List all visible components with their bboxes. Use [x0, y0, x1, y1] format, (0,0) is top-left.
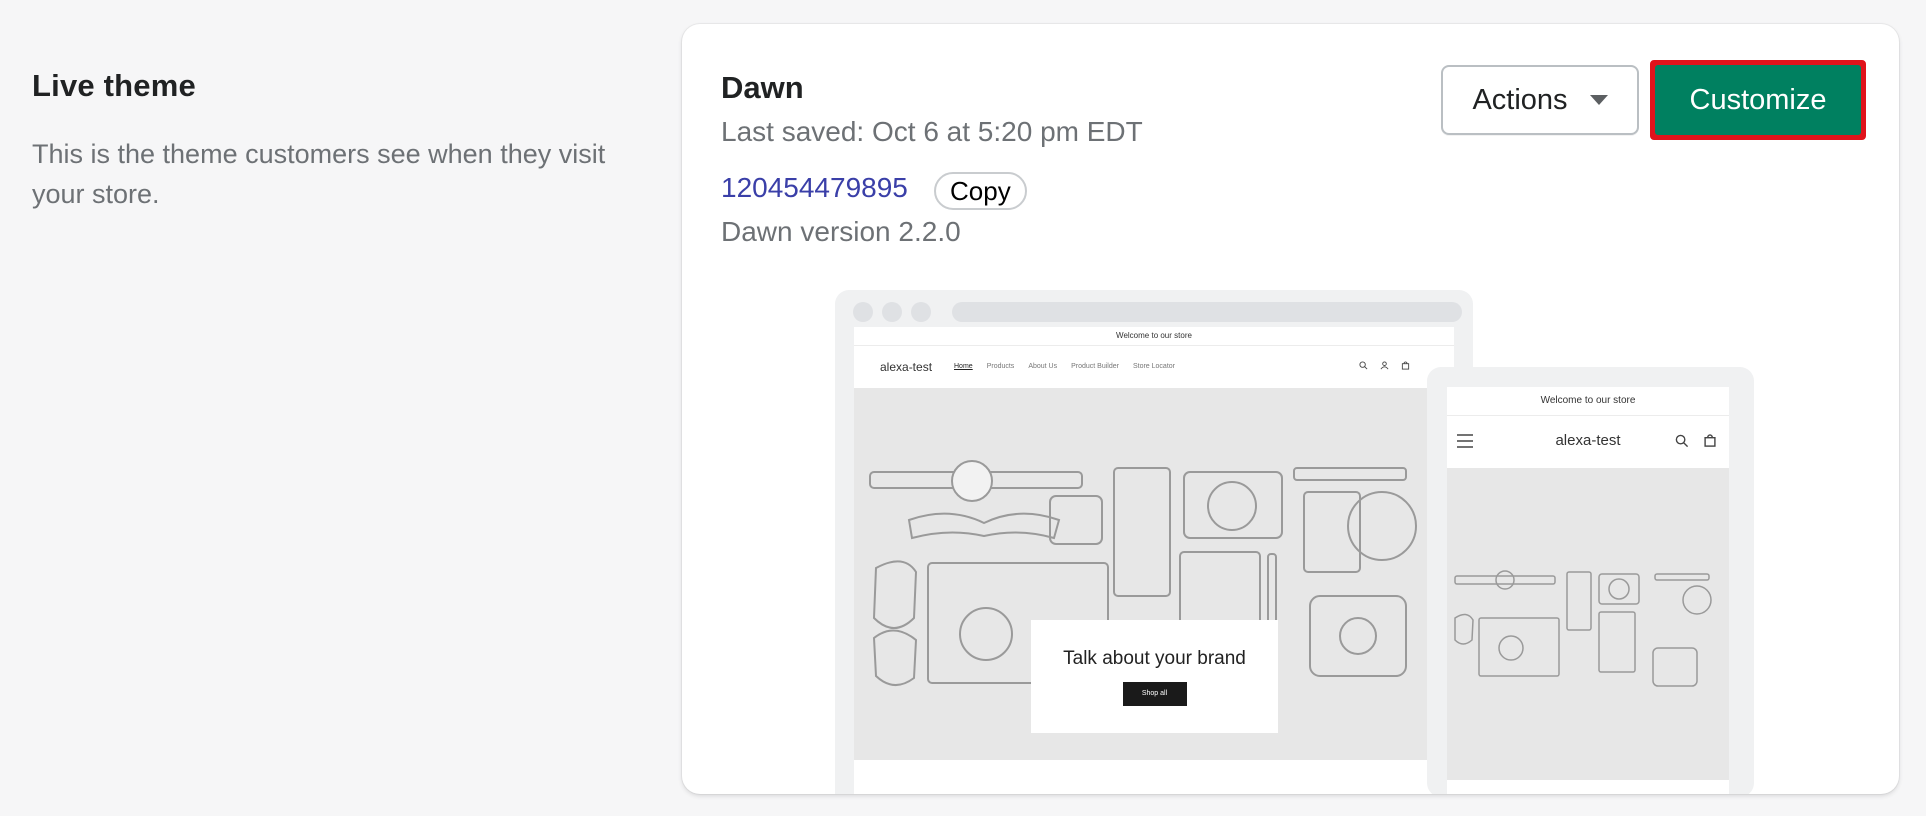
theme-id-link[interactable]: 120454479895: [721, 172, 908, 204]
theme-name: Dawn: [721, 70, 804, 105]
customize-highlight: Customize: [1650, 60, 1866, 140]
live-theme-section: Live theme This is the theme customers s…: [32, 68, 612, 214]
brand-card: Talk about your brand Shop all: [1031, 620, 1278, 733]
mobile-hero-illustration: [1454, 570, 1712, 687]
nav-item: Products: [986, 363, 1015, 370]
theme-version: Dawn version 2.2.0: [721, 216, 961, 247]
actions-button[interactable]: Actions: [1441, 65, 1639, 135]
cart-icon: [1401, 361, 1410, 370]
search-icon: [1675, 434, 1689, 448]
mobile-announcement-bar: Welcome to our store: [1447, 387, 1729, 416]
search-icon: [1359, 361, 1368, 370]
cart-icon: [1704, 434, 1716, 447]
url-bar: [952, 302, 1462, 322]
window-dot: [882, 302, 902, 322]
store-header: alexa-test Home Products About Us Produc…: [854, 346, 1454, 388]
shop-all-button: Shop all: [1122, 682, 1187, 706]
hero-banner: Talk about your brand Shop all: [854, 388, 1454, 760]
customize-button[interactable]: Customize: [1655, 65, 1861, 135]
section-title: Live theme: [32, 68, 196, 103]
theme-card: Dawn Last saved: Oct 6 at 5:20 pm EDT 12…: [682, 24, 1899, 794]
mobile-header: alexa-test: [1447, 416, 1729, 468]
announcement-bar: Welcome to our store: [854, 327, 1454, 346]
last-saved-text: Last saved: Oct 6 at 5:20 pm EDT: [721, 116, 1143, 147]
store-logo: alexa-test: [880, 360, 933, 374]
nav-item: About Us: [1028, 363, 1058, 370]
window-dot: [853, 302, 873, 322]
mobile-preview: Welcome to our store alexa-test: [1427, 367, 1754, 794]
nav-item: Product Builder: [1071, 363, 1119, 370]
hero-heading: Talk about your brand: [1063, 648, 1246, 669]
desktop-preview: Welcome to our store alexa-test Home Pro…: [835, 290, 1473, 794]
copy-button[interactable]: Copy: [934, 172, 1027, 210]
window-dot: [911, 302, 931, 322]
mobile-hero-banner: [1447, 468, 1729, 780]
store-nav: Home Products About Us Product Builder S…: [954, 363, 1175, 370]
account-icon: [1380, 361, 1389, 370]
header-icons: [1359, 361, 1410, 370]
actions-label: Actions: [1472, 83, 1568, 116]
caret-down-icon: [1589, 95, 1608, 105]
nav-item: Home: [954, 363, 973, 370]
section-description: This is the theme customers see when the…: [32, 139, 606, 209]
mobile-storefront: Welcome to our store alexa-test: [1447, 387, 1729, 794]
desktop-storefront: Welcome to our store alexa-test Home Pro…: [854, 327, 1454, 794]
nav-item: Store Locator: [1132, 363, 1175, 370]
